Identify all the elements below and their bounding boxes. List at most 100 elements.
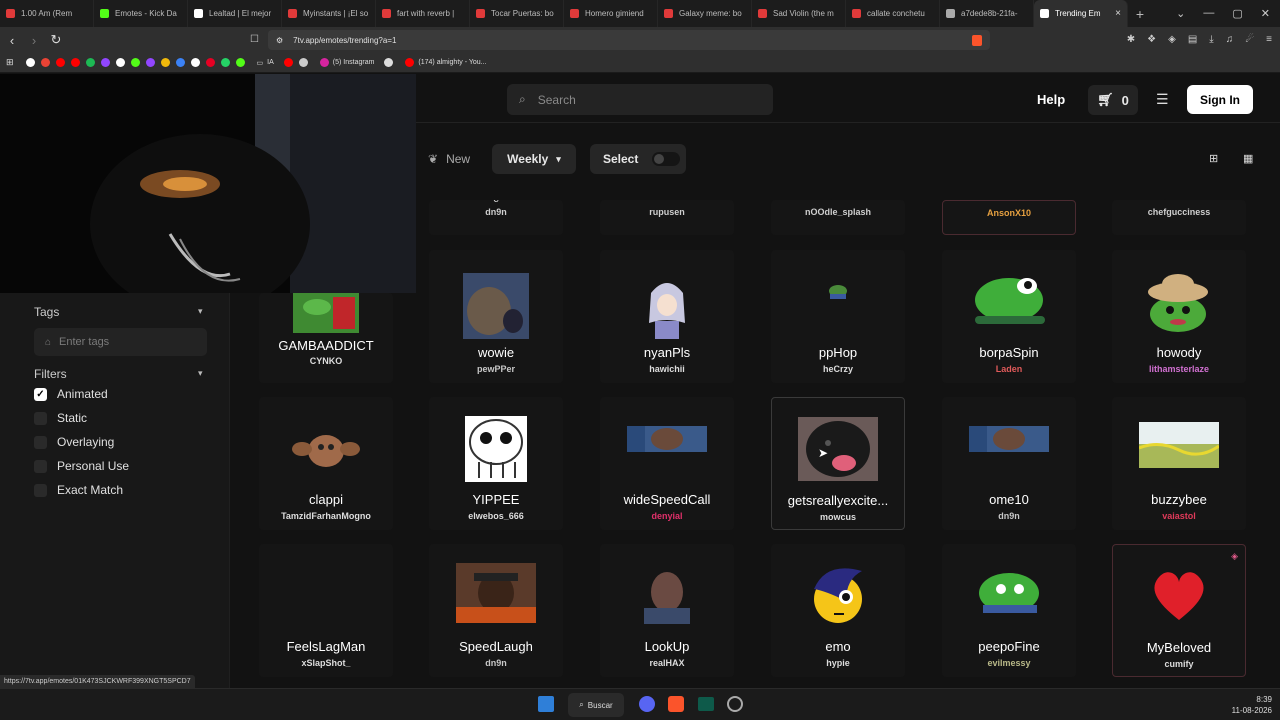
spotify-icon[interactable] <box>85 58 95 67</box>
sign-in-button[interactable]: Sign In <box>1187 85 1253 114</box>
emote-card[interactable]: SpeedLaugh dn9n <box>429 544 563 677</box>
bookmark-favicon-icon[interactable] <box>25 58 35 67</box>
reload-icon[interactable]: ↻ <box>46 32 66 48</box>
youtube-icon[interactable] <box>70 58 80 67</box>
terminal-icon[interactable] <box>698 697 714 711</box>
leo-icon[interactable]: ☄ <box>1245 34 1254 45</box>
filter-option[interactable]: ✓ Animated <box>34 387 108 401</box>
emote-card[interactable]: GAMBAADDICT CYNKO <box>259 293 393 383</box>
taskbar-search-button[interactable]: ⌕ Buscar <box>568 693 624 717</box>
browser-tab[interactable]: Galaxy meme: bo <box>658 0 752 27</box>
emote-card[interactable]: YIPPEE elwebos_666 <box>429 397 563 530</box>
emote-card[interactable]: rupusen <box>600 200 734 235</box>
threads-icon[interactable] <box>298 58 308 67</box>
emote-card[interactable]: clappi TamzidFarhanMogno <box>259 397 393 530</box>
large-grid-icon[interactable]: ⊞ <box>1209 152 1218 165</box>
tab-list-icon[interactable]: ⌄ <box>1176 7 1185 20</box>
browser-tab[interactable]: Trending Em × <box>1034 0 1128 27</box>
new-filter-button[interactable]: ❦ New <box>428 152 470 166</box>
emote-card[interactable]: nOOdle_splash <box>771 200 905 235</box>
back-icon[interactable]: ‹ <box>2 33 22 48</box>
emote-card[interactable]: getsreallyexcite... mowcus <box>771 397 905 530</box>
tiktok-icon[interactable] <box>190 58 200 67</box>
checkbox[interactable] <box>34 411 47 425</box>
bookmark-icon[interactable]: ☐ <box>250 34 259 45</box>
emote-card[interactable]: emo hypie <box>771 544 905 677</box>
emote-card[interactable]: c dn9n <box>429 200 563 235</box>
tags-input[interactable]: ⌂ Enter tags <box>34 328 207 356</box>
emote-card[interactable]: AnsonX10 <box>942 200 1076 235</box>
emote-card[interactable]: borpaSpin Laden <box>942 250 1076 383</box>
checkbox[interactable] <box>34 459 47 473</box>
youtube-icon[interactable] <box>55 58 65 67</box>
browser-tab[interactable]: a7dede8b-21fa- <box>940 0 1034 27</box>
search-input[interactable]: ⌕ Search <box>507 84 773 115</box>
brave-shield-icon[interactable] <box>972 34 982 46</box>
select-toggle[interactable]: Select <box>590 144 686 174</box>
forward-icon[interactable]: › <box>24 33 44 48</box>
url-field[interactable]: ⚙ 7tv.app/emotes/trending?a=1 <box>268 30 990 50</box>
checkbox[interactable]: ✓ <box>34 387 47 401</box>
new-tab-icon[interactable]: + <box>1128 6 1152 22</box>
emote-card[interactable]: ppHop heCrzy <box>771 250 905 383</box>
kick-icon[interactable] <box>235 58 245 67</box>
steam-icon[interactable] <box>727 696 743 712</box>
binance-icon[interactable] <box>160 58 170 67</box>
emote-card[interactable]: ome10 dn9n <box>942 397 1076 530</box>
music-icon[interactable]: ♫ <box>1226 34 1234 45</box>
x-icon[interactable] <box>115 58 125 67</box>
browser-tab[interactable]: Myinstants | ¡El so <box>282 0 376 27</box>
filter-option[interactable]: Overlaying <box>34 435 114 449</box>
close-icon[interactable]: × <box>1115 8 1121 19</box>
pinterest-icon[interactable] <box>205 58 215 67</box>
twitch-icon[interactable] <box>100 58 110 67</box>
gmail-icon[interactable] <box>40 58 50 67</box>
apps-icon[interactable]: ⊞ <box>6 57 14 68</box>
checkbox[interactable] <box>34 483 47 497</box>
bookmark-youtube-almighty[interactable]: (174) almighty - You... <box>405 58 487 67</box>
help-link[interactable]: Help <box>1037 92 1065 107</box>
browser-tab[interactable]: Sad Violin (the m <box>752 0 846 27</box>
chevron-down-icon[interactable]: ▾ <box>198 368 203 379</box>
browser-tab[interactable]: Tocar Puertas: bo <box>470 0 564 27</box>
sidebar-icon[interactable]: ▤ <box>1188 34 1197 45</box>
browser-tab[interactable]: Homero gimiend <box>564 0 658 27</box>
close-window-icon[interactable]: ✕ <box>1261 7 1270 20</box>
download-icon[interactable]: ⤓ <box>1209 34 1213 45</box>
emote-card[interactable]: wowie pewPPer <box>429 250 563 383</box>
chatgpt-icon[interactable] <box>384 58 394 67</box>
emote-card[interactable]: wideSpeedCall denyial <box>600 397 734 530</box>
discord-icon[interactable] <box>639 696 655 712</box>
cart-button[interactable]: 🛒︎ 0 <box>1088 85 1138 115</box>
checkbox[interactable] <box>34 435 47 449</box>
filter-option[interactable]: Static <box>34 411 87 425</box>
browser-tab[interactable]: Emotes - Kick Da <box>94 0 188 27</box>
translate-icon[interactable]: ✱ <box>1127 34 1135 45</box>
bookmark-instagram[interactable]: (5) Instagram <box>319 58 374 67</box>
brave-icon[interactable] <box>668 696 684 712</box>
menu-icon[interactable]: ☰ <box>1156 91 1169 108</box>
filter-option[interactable]: Exact Match <box>34 483 123 497</box>
weekly-dropdown[interactable]: Weekly ▾ <box>492 144 576 174</box>
filter-option[interactable]: Personal Use <box>34 459 129 473</box>
emote-card[interactable]: peepoFine evilmessy <box>942 544 1076 677</box>
puzzle-icon[interactable]: ◈ <box>1168 34 1176 45</box>
small-grid-icon[interactable]: ▦ <box>1243 152 1253 165</box>
taskbar-clock[interactable]: 8:39 11-08-2026 <box>1232 694 1272 716</box>
browser-tab[interactable]: callate conchetu <box>846 0 940 27</box>
browser-tab[interactable]: fart with reverb | <box>376 0 470 27</box>
extension-icon[interactable]: ❖ <box>1147 34 1156 45</box>
emote-card[interactable]: MyBeloved cumify ◈ <box>1112 544 1246 677</box>
browser-tab[interactable]: Lealtad | El mejor <box>188 0 282 27</box>
globe-icon[interactable] <box>175 58 185 67</box>
youtube-icon[interactable] <box>283 58 293 67</box>
minimize-icon[interactable]: — <box>1203 7 1214 20</box>
chevron-down-icon[interactable]: ▾ <box>198 306 203 317</box>
emote-card[interactable]: FeelsLagMan xSlapShot_ <box>259 544 393 677</box>
emote-card[interactable]: chefgucciness <box>1112 200 1246 235</box>
twitch-icon[interactable] <box>145 58 155 67</box>
emote-card[interactable]: howody lithamsterlaze <box>1112 250 1246 383</box>
windows-start-icon[interactable] <box>538 696 554 712</box>
hamburger-icon[interactable]: ≡ <box>1266 34 1272 45</box>
emote-card[interactable]: nyanPls hawichii <box>600 250 734 383</box>
